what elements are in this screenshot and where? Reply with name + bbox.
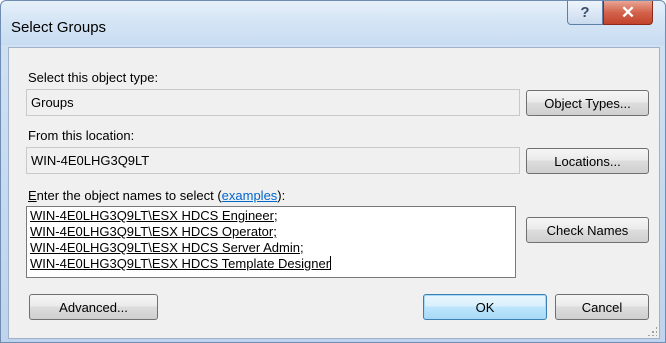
ok-button[interactable]: OK — [423, 294, 547, 320]
select-groups-dialog: Select Groups ? ✕ Select this object typ… — [0, 0, 666, 343]
advanced-button[interactable]: Advanced... — [29, 294, 158, 320]
object-names-label: Enter the object names to select (exampl… — [28, 188, 285, 203]
object-name-last-line: WIN-4E0LHG3Q9LT\ESX HDCS Template Design… — [30, 256, 512, 272]
object-names-label-text: nter the object names to select ( — [36, 188, 222, 203]
object-name-line: WIN-4E0LHG3Q9LT\ESX HDCS Engineer; — [30, 208, 278, 223]
close-button[interactable]: ✕ — [603, 1, 653, 25]
object-name-line: WIN-4E0LHG3Q9LT\ESX HDCS Server Admin; — [30, 240, 304, 255]
window-title: Select Groups — [11, 19, 107, 36]
text-caret — [330, 256, 332, 270]
object-type-field: Groups — [26, 89, 520, 116]
object-name-line: WIN-4E0LHG3Q9LT\ESX HDCS Operator; — [30, 224, 277, 239]
object-name-line: WIN-4E0LHG3Q9LT\ESX HDCS Template Design… — [30, 256, 331, 271]
check-names-button[interactable]: Check Names — [526, 217, 649, 243]
close-icon: ✕ — [620, 2, 636, 22]
help-button[interactable]: ? — [567, 1, 603, 25]
locations-button[interactable]: Locations... — [526, 148, 649, 174]
dialog-body: Select this object type: Groups Object T… — [8, 47, 660, 339]
object-type-label: Select this object type: — [28, 70, 159, 85]
location-field: WIN-4E0LHG3Q9LT — [26, 147, 520, 174]
object-names-label-suffix: ): — [277, 188, 286, 203]
resize-grip[interactable] — [647, 326, 657, 336]
help-icon: ? — [580, 4, 590, 21]
examples-link[interactable]: examples — [222, 188, 278, 203]
accelerator-e: E — [28, 188, 37, 203]
title-bar[interactable]: Select Groups ? ✕ — [1, 1, 665, 45]
object-names-input[interactable]: WIN-4E0LHG3Q9LT\ESX HDCS Engineer; WIN-4… — [26, 206, 516, 278]
object-types-button[interactable]: Object Types... — [526, 90, 649, 116]
cancel-button[interactable]: Cancel — [555, 294, 649, 320]
location-label: From this location: — [28, 128, 135, 143]
